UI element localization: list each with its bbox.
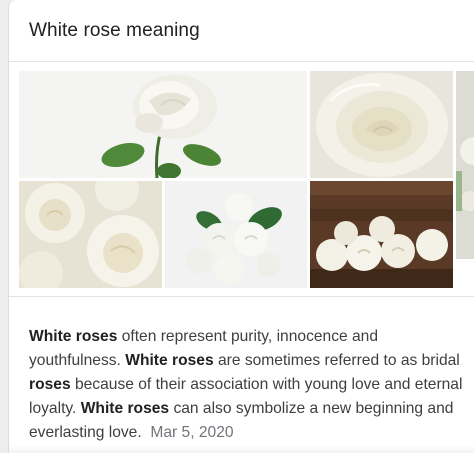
snippet-date: Mar 5, 2020: [150, 424, 234, 441]
snippet-bold-term: roses: [29, 376, 71, 393]
image-rose-closeup[interactable]: [310, 71, 453, 178]
divider: [9, 61, 474, 62]
image-rose-pile[interactable]: [19, 181, 162, 288]
snippet-text: White roses often represent purity, inno…: [29, 325, 465, 445]
snippet-bold-term: White roses: [125, 352, 214, 369]
image-single-rose-stem[interactable]: [19, 71, 307, 178]
divider: [9, 296, 474, 297]
image-rose-bouquet[interactable]: [165, 181, 307, 288]
image-roses-wood-background[interactable]: [310, 181, 453, 288]
snippet-fragment: are sometimes referred to as bridal: [213, 352, 460, 369]
snippet-bold-term: White roses: [80, 400, 170, 417]
snippet-bold-term: White roses: [29, 328, 118, 345]
card-bottom-edge: [9, 445, 474, 453]
image-next-partial[interactable]: [456, 71, 474, 259]
card-title: White rose meaning: [29, 20, 200, 41]
featured-snippet-card: White rose meaning White roses often rep…: [8, 0, 474, 453]
